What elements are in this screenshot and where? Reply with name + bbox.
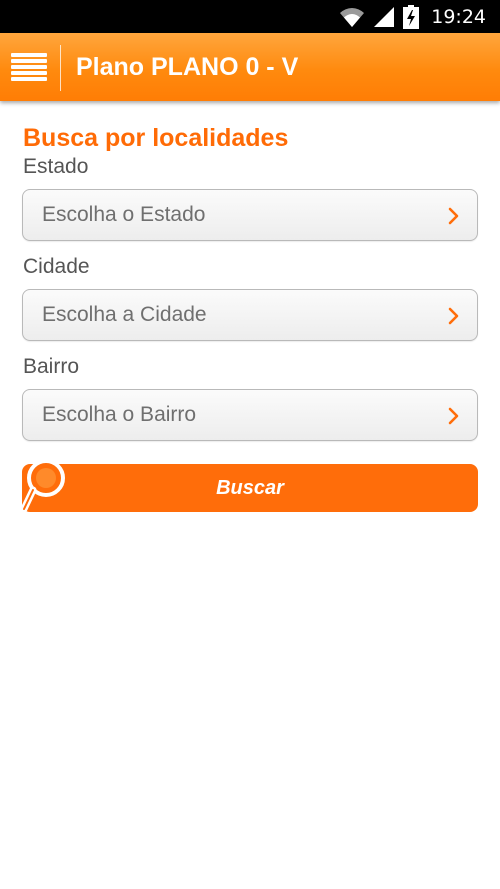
hamburger-menu-icon <box>11 53 47 81</box>
bairro-select-placeholder: Escolha o Bairro <box>42 403 197 426</box>
estado-select[interactable]: Escolha o Estado <box>22 189 478 241</box>
action-bar: Plano PLANO 0 - V <box>0 33 500 101</box>
search-button-label: Buscar <box>216 477 284 499</box>
action-bar-divider <box>60 45 61 91</box>
search-button[interactable]: Buscar <box>22 464 478 512</box>
menu-button[interactable] <box>0 33 60 101</box>
estado-select-placeholder: Escolha o Estado <box>42 203 206 226</box>
status-time: 19:24 <box>431 6 486 28</box>
chevron-right-icon <box>448 207 459 225</box>
status-bar: 19:24 <box>0 0 500 33</box>
bairro-select[interactable]: Escolha o Bairro <box>22 389 478 441</box>
battery-charging-icon <box>403 5 420 29</box>
bairro-label: Bairro <box>23 355 80 378</box>
wifi-icon <box>339 6 365 28</box>
magnifier-icon <box>20 459 65 513</box>
cidade-label: Cidade <box>23 255 90 278</box>
chevron-right-icon <box>448 307 459 325</box>
status-icons: 19:24 <box>339 4 486 30</box>
chevron-right-icon <box>448 407 459 425</box>
signal-icon <box>373 6 395 28</box>
cidade-select-placeholder: Escolha a Cidade <box>42 303 207 326</box>
cidade-select[interactable]: Escolha a Cidade <box>22 289 478 341</box>
section-title: Busca por localidades <box>23 124 289 152</box>
page-title: Plano PLANO 0 - V <box>76 53 299 81</box>
estado-label: Estado <box>23 155 89 178</box>
